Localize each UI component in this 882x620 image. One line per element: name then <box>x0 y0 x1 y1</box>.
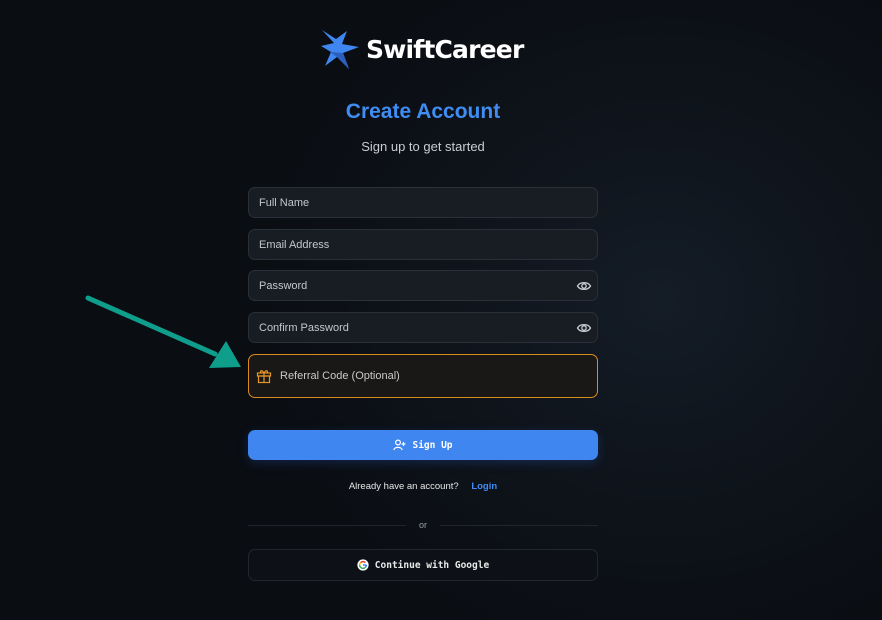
brand-name: SwiftCareer <box>366 34 524 64</box>
divider-left <box>248 525 406 526</box>
brand-logo: SwiftCareer <box>320 26 524 72</box>
already-have-account-text: Already have an account? <box>348 481 459 492</box>
google-icon <box>357 559 369 571</box>
password-field[interactable] <box>248 270 598 301</box>
full-name-input[interactable] <box>259 196 559 209</box>
login-link[interactable]: Login <box>471 481 497 492</box>
google-signin-button[interactable]: Continue with Google <box>248 549 598 581</box>
sign-up-button[interactable]: Sign Up <box>248 430 598 460</box>
or-separator: or <box>418 520 427 530</box>
star-logo-icon <box>321 30 359 69</box>
password-input[interactable] <box>259 279 559 292</box>
confirm-password-input[interactable] <box>259 321 559 334</box>
signup-page: SwiftCareer Create Account Sign up to ge… <box>0 0 882 620</box>
annotation-arrow <box>85 295 241 368</box>
eye-icon[interactable] <box>576 320 592 336</box>
email-input[interactable] <box>259 238 559 251</box>
divider-right <box>440 525 598 526</box>
confirm-password-field[interactable] <box>248 312 598 343</box>
page-title: Create Account <box>345 100 501 123</box>
gift-icon <box>256 370 272 384</box>
eye-icon[interactable] <box>576 278 592 294</box>
login-prompt: Already have an account? Login <box>248 481 598 492</box>
referral-code-input[interactable] <box>280 370 570 382</box>
sign-up-label: Sign Up <box>412 439 453 451</box>
referral-code-field[interactable] <box>248 354 598 398</box>
google-signin-label: Continue with Google <box>374 559 490 571</box>
full-name-field[interactable] <box>248 187 598 218</box>
page-subtitle: Sign up to get started <box>361 139 485 154</box>
email-field[interactable] <box>248 229 598 260</box>
user-plus-icon <box>393 439 406 451</box>
